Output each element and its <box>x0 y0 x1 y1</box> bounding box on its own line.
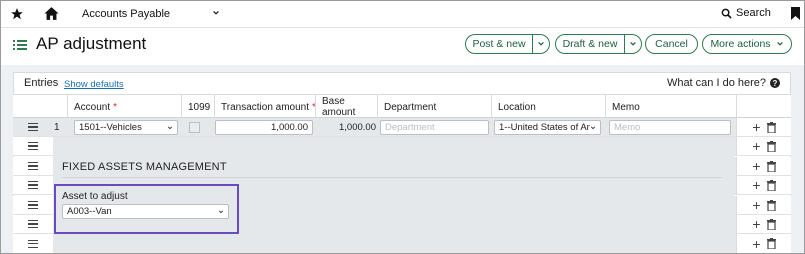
row-actions: + <box>736 196 791 214</box>
trash-icon[interactable] <box>766 238 776 249</box>
trash-icon[interactable] <box>766 179 776 191</box>
star-icon[interactable] <box>10 7 24 21</box>
entries-table-header: Account * 1099 Transaction amount * Base a… <box>13 94 791 119</box>
draft-new-label: Draft & new <box>562 38 618 50</box>
location-select[interactable]: 1--United States of Am <box>494 120 601 135</box>
account-value: 1501--Vehicles <box>79 122 142 133</box>
department-select[interactable]: Department <box>380 120 489 135</box>
add-icon[interactable]: + <box>752 237 760 251</box>
account-select[interactable]: 1501--Vehicles <box>74 120 178 135</box>
post-new-label: Post & new <box>472 38 526 50</box>
chevron-down-icon <box>630 41 636 46</box>
trash-icon[interactable] <box>766 218 776 230</box>
row-number: 1 <box>54 122 60 133</box>
location-value: 1--United States of Am <box>499 122 595 133</box>
column-header-base-amount: Base amount <box>315 95 379 119</box>
cancel-button[interactable]: Cancel <box>645 34 698 54</box>
search-button[interactable]: Search <box>721 7 771 19</box>
column-header-transaction-amount-label: Transaction amount <box>221 101 310 113</box>
add-icon[interactable]: + <box>752 198 760 212</box>
column-header-location: Location <box>491 95 605 119</box>
transaction-amount-input[interactable]: 1,000.00 <box>215 120 313 135</box>
page-title: AP adjustment <box>36 34 147 53</box>
base-amount-value: 1,000.00 <box>339 122 376 133</box>
memo-input[interactable]: Memo <box>609 120 731 135</box>
list-icon[interactable] <box>13 38 27 52</box>
row-actions: + <box>736 215 791 233</box>
help-link[interactable]: What can I do here? ? <box>667 77 780 89</box>
draft-new-menu-button[interactable] <box>624 34 642 54</box>
table-row: 1 1501--Vehicles 1,000.00 1,000.00 Depar… <box>13 118 791 137</box>
row-actions: + <box>736 157 791 175</box>
add-icon[interactable]: + <box>752 159 760 173</box>
trash-icon[interactable] <box>766 140 776 152</box>
chevron-down-icon[interactable] <box>212 9 220 17</box>
home-icon[interactable] <box>43 5 60 22</box>
column-header-memo-label: Memo <box>612 101 640 113</box>
chevron-down-icon <box>538 41 544 46</box>
drag-handle-icon[interactable] <box>13 176 53 194</box>
page-header: AP adjustment Post & new Draft & new Can… <box>1 28 804 65</box>
add-icon[interactable]: + <box>752 217 760 231</box>
row-actions: + <box>736 118 791 136</box>
column-header-memo: Memo <box>605 95 735 119</box>
help-icon: ? <box>770 78 780 88</box>
trash-icon[interactable] <box>766 199 776 211</box>
bookmark-icon[interactable] <box>791 7 800 20</box>
highlight-box <box>54 184 239 234</box>
help-label: What can I do here? <box>666 77 766 89</box>
memo-placeholder: Memo <box>614 122 641 133</box>
chevron-down-icon <box>590 125 596 131</box>
show-defaults-link[interactable]: Show defaults <box>64 79 124 90</box>
search-icon <box>721 8 732 19</box>
1099-checkbox[interactable] <box>189 122 200 133</box>
post-new-button[interactable]: Post & new <box>465 34 533 54</box>
column-header-transaction-amount: Transaction amount * <box>214 95 317 119</box>
trash-icon[interactable] <box>766 121 776 133</box>
search-label: Search <box>736 7 771 19</box>
drag-handle-icon[interactable] <box>13 118 53 136</box>
transaction-amount-value: 1,000.00 <box>271 122 308 133</box>
column-header-department: Department <box>377 95 491 119</box>
fixed-assets-title: FIXED ASSETS MANAGEMENT <box>62 161 227 173</box>
drag-handle-icon[interactable] <box>13 137 53 155</box>
more-actions-label: More actions <box>710 38 771 50</box>
trash-icon[interactable] <box>766 160 776 172</box>
row-actions: + <box>736 176 791 194</box>
chevron-down-icon <box>167 126 173 130</box>
entries-label: Entries <box>24 77 59 89</box>
required-marker: * <box>113 101 118 113</box>
top-bar: Accounts Payable Search <box>1 1 804 28</box>
column-header-account: Account * <box>67 95 193 119</box>
draft-new-button[interactable]: Draft & new <box>555 34 625 54</box>
drag-handle-icon[interactable] <box>13 234 53 253</box>
column-header-actions <box>736 95 791 119</box>
row-actions: + <box>736 137 791 155</box>
add-icon[interactable]: + <box>752 139 760 153</box>
column-header-department-label: Department <box>384 101 437 113</box>
app-window: Accounts Payable Search AP adjustment Po… <box>0 0 805 254</box>
add-icon[interactable]: + <box>752 178 760 192</box>
column-header-account-label: Account <box>74 101 111 113</box>
chevron-down-icon <box>776 41 783 46</box>
divider <box>62 177 722 178</box>
drag-handle-icon[interactable] <box>13 215 53 233</box>
cancel-label: Cancel <box>655 38 688 50</box>
drag-handle-icon[interactable] <box>13 196 53 214</box>
module-selector[interactable]: Accounts Payable <box>82 8 170 20</box>
add-icon[interactable]: + <box>752 120 760 134</box>
more-actions-button[interactable]: More actions <box>702 34 792 54</box>
post-new-menu-button[interactable] <box>532 34 550 54</box>
column-header-base-amount-label: Base amount <box>322 96 356 118</box>
drag-handle-icon[interactable] <box>13 157 53 175</box>
row-actions: + <box>736 234 791 253</box>
column-header-1099-label: 1099 <box>188 101 211 113</box>
department-placeholder: Department <box>385 122 435 133</box>
column-header-location-label: Location <box>498 101 536 113</box>
